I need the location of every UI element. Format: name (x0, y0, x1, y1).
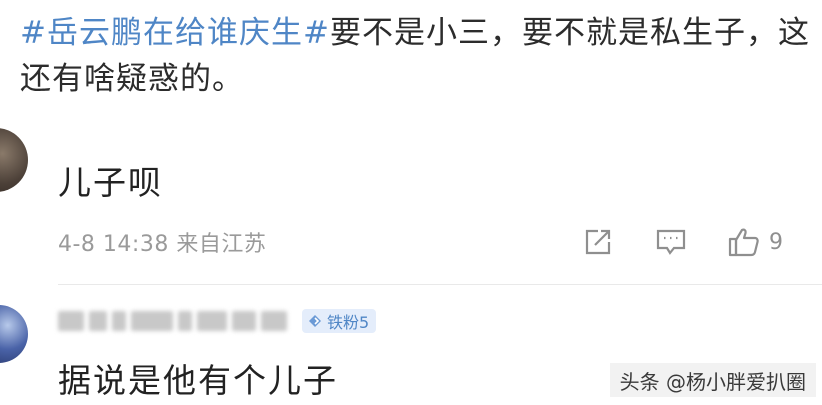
comment-icon (655, 227, 687, 257)
comment-location: 来自江苏 (176, 232, 267, 257)
topic-link[interactable]: #岳云鹏在给谁庆生# (20, 15, 330, 51)
divider (58, 284, 822, 285)
fan-badge[interactable]: 铁粉5 (302, 309, 377, 333)
comment-screen: #岳云鹏在给谁庆生#要不是小三，要不就是私生子，这还有啥疑惑的。 儿子呗 4-8… (0, 0, 822, 405)
comment-text: 儿子呗 (58, 163, 163, 202)
username[interactable]: 铁粉5 (58, 309, 377, 333)
blurred-username (58, 311, 292, 331)
comment-actions: 9 (583, 222, 783, 262)
like-button[interactable]: 9 (727, 226, 783, 258)
avatar[interactable] (0, 128, 28, 192)
post-text: #岳云鹏在给谁庆生#要不是小三，要不就是私生子，这还有啥疑惑的。 (20, 10, 810, 102)
like-count: 9 (769, 229, 783, 255)
thumbs-up-icon (727, 226, 761, 258)
comment-button[interactable] (655, 227, 687, 257)
comment-meta: 4-8 14:38 来自江苏 (58, 226, 266, 258)
share-icon (583, 227, 613, 257)
avatar[interactable] (0, 305, 28, 363)
comment-text: 据说是他有个儿子 (58, 361, 338, 400)
share-button[interactable] (583, 227, 613, 257)
fan-badge-label: 铁粉5 (327, 313, 370, 332)
fan-badge-icon (307, 313, 323, 329)
watermark: 头条 @杨小胖爱扒圈 (609, 363, 816, 397)
comment-time: 4-8 14:38 (58, 232, 169, 257)
